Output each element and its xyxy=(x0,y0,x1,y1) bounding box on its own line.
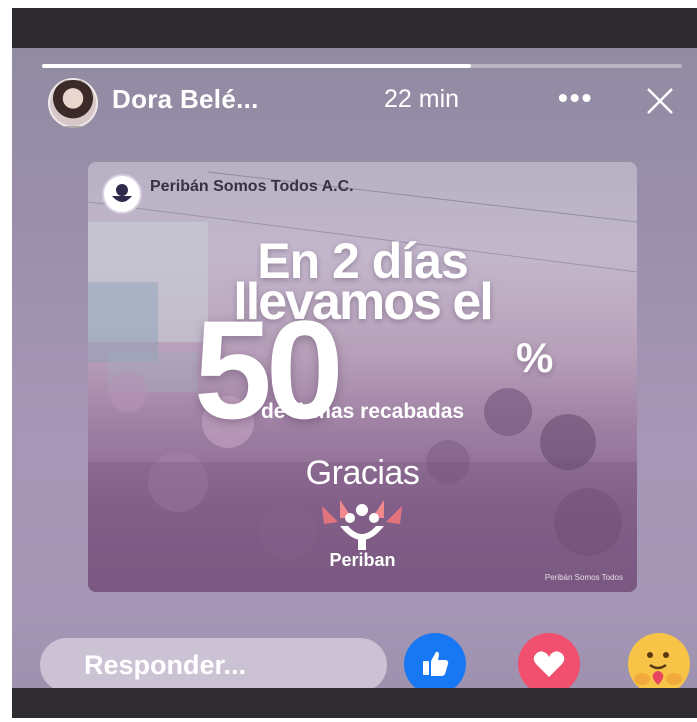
story-viewer: Dora Belé... 22 min ••• Peribán Somos To… xyxy=(12,8,697,718)
thanks-text: Gracias xyxy=(305,454,420,492)
more-options-icon[interactable]: ••• xyxy=(558,82,593,114)
navigation-bar xyxy=(12,688,697,718)
post-watermark: Peribán Somos Todos xyxy=(544,573,623,582)
page-logo-badge[interactable] xyxy=(102,174,142,214)
story-header: Dora Belé... 22 min ••• xyxy=(48,74,688,128)
close-icon[interactable] xyxy=(643,84,677,118)
care-reaction-button[interactable] xyxy=(628,633,690,695)
flower-logo-icon xyxy=(112,184,132,202)
like-reaction-button[interactable] xyxy=(404,633,466,695)
story-progress-fill xyxy=(42,64,471,68)
user-name[interactable]: Dora Belé... xyxy=(112,84,259,115)
percent-sign: % xyxy=(516,334,554,381)
thumbs-up-icon xyxy=(423,651,449,676)
heart-icon xyxy=(533,651,565,677)
care-emoji-icon xyxy=(634,652,682,685)
shared-post-image[interactable]: Peribán Somos Todos A.C. En 2 días lleva… xyxy=(88,162,637,592)
love-reaction-button[interactable] xyxy=(518,633,580,695)
status-bar xyxy=(12,8,697,48)
avatar[interactable] xyxy=(48,78,98,128)
timestamp: 22 min xyxy=(384,85,460,113)
reply-input[interactable]: Responder... xyxy=(40,638,387,692)
logo-name: Periban xyxy=(329,550,396,570)
post-page-name[interactable]: Peribán Somos Todos A.C. xyxy=(150,178,354,196)
reply-placeholder: Responder... xyxy=(84,650,247,680)
story-progress-bar xyxy=(42,64,682,68)
headline-line-2: llevamos el xyxy=(233,273,493,331)
headline-subline: de firmas recabadas xyxy=(260,400,465,423)
